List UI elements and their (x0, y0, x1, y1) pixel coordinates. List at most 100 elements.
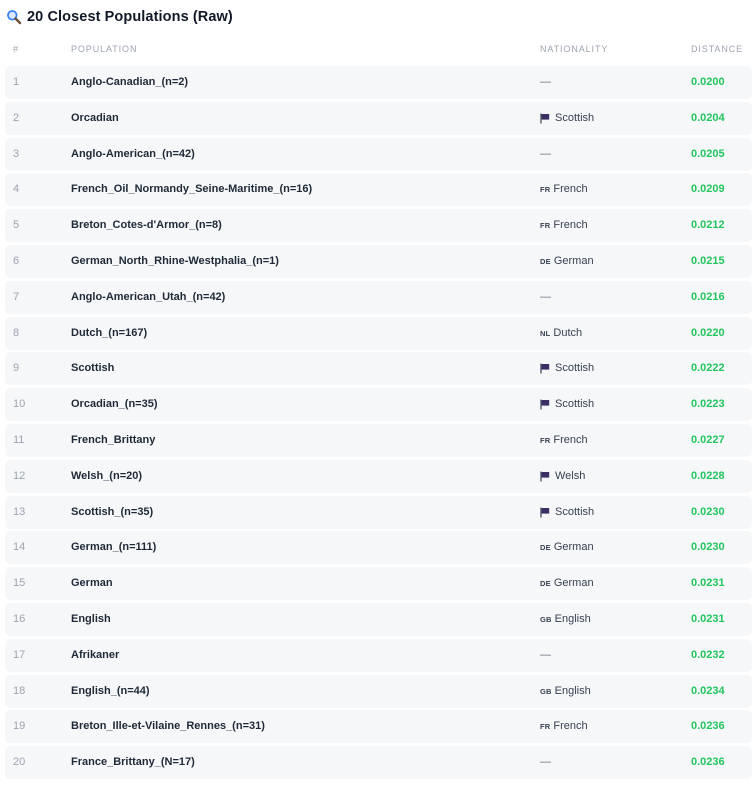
row-rank: 10 (13, 398, 26, 411)
nationality-cell: FR French (540, 173, 588, 206)
nationality-cell: — (540, 281, 551, 314)
distance-value: 0.0205 (691, 147, 725, 160)
page-title-text: 20 Closest Populations (Raw) (27, 9, 233, 25)
nationality-label: Scottish (555, 362, 595, 375)
nationality-cell: NL Dutch (540, 317, 582, 350)
country-code: DE (540, 579, 551, 589)
table-row: 7 Anglo-American_Utah_(n=42) — 0.0216 (5, 280, 752, 314)
distance-value: 0.0212 (691, 219, 725, 232)
table-row: 18 English_(n=44) GB English 0.0234 (5, 674, 752, 708)
nationality-label: Dutch (553, 326, 583, 339)
nationality-cell: Scottish (540, 102, 594, 135)
country-code: FR (540, 722, 551, 732)
population-name: Scottish_(n=35) (71, 505, 154, 518)
nationality-label: — (540, 290, 551, 303)
nationality-cell: — (540, 138, 551, 171)
nationality-label: Scottish (555, 505, 595, 518)
nationality-cell: DE German (540, 531, 594, 564)
nationality-cell: Scottish (540, 352, 594, 385)
table-row: 5 Breton_Cotes-d'Armor_(n=8) FR French 0.021… (5, 209, 752, 243)
row-rank: 1 (13, 76, 20, 88)
row-rank: 5 (13, 219, 20, 232)
row-rank: 4 (13, 183, 20, 196)
row-rank: 19 (13, 720, 26, 733)
column-header-num: # (13, 44, 19, 54)
nationality-label: Welsh (555, 469, 586, 482)
population-name: Welsh_(n=20) (71, 469, 143, 482)
country-code: GB (540, 614, 552, 624)
page-title: 20 Closest Populations (Raw) (6, 7, 233, 27)
population-name: Breton_Ille-et-Vilaine_Rennes_(n=31) (71, 720, 265, 733)
nationality-cell: DE German (540, 567, 594, 600)
population-name: Orcadian_(n=35) (71, 398, 158, 411)
table-header: # POPULATION NATIONALITY DISTANCE (5, 42, 752, 58)
table-row: 8 Dutch_(n=167) NL Dutch 0.0220 (5, 316, 752, 350)
country-code: DE (540, 256, 551, 266)
nationality-cell: DE German (540, 245, 594, 278)
population-name: France_Brittany_(N=17) (71, 756, 195, 769)
population-name: French_Oil_Normandy_Seine-Maritime_(n=16… (71, 183, 313, 196)
nationality-cell: GB English (540, 603, 591, 636)
population-name: Anglo-Canadian_(n=2) (71, 76, 189, 88)
nationality-label: — (540, 147, 551, 160)
distance-value: 0.0215 (691, 254, 725, 267)
flag-icon (540, 507, 550, 518)
table-row: 9 Scottish Scottish 0.0222 (5, 352, 752, 386)
distance-value: 0.0228 (691, 469, 725, 482)
country-code: FR (540, 185, 551, 195)
nationality-cell: — (540, 639, 551, 672)
nationality-label: Scottish (555, 111, 595, 124)
nationality-label: — (540, 76, 551, 88)
population-name: Scottish (71, 362, 115, 375)
flag-icon (540, 363, 550, 374)
row-rank: 8 (13, 326, 20, 339)
flag-icon (540, 471, 550, 482)
row-rank: 20 (13, 756, 26, 769)
nationality-label: German (553, 577, 594, 590)
population-name: French_Brittany (71, 433, 156, 446)
distance-value: 0.0236 (691, 720, 725, 733)
column-header-nationality: NATIONALITY (540, 44, 609, 54)
country-code: FR (540, 221, 551, 231)
magnifier-icon (6, 9, 22, 25)
table-row: 6 German_North_Rhine-Westphalia_(n=1) DE Ge… (5, 244, 752, 278)
table-row: 10 Orcadian_(n=35) Scottish 0.0223 (5, 388, 752, 422)
nationality-cell: GB English (540, 675, 591, 708)
nationality-cell: — (540, 746, 551, 779)
population-name: Dutch_(n=167) (71, 326, 148, 339)
table-row: 15 German DE German 0.0231 (5, 567, 752, 601)
nationality-label: German (553, 541, 594, 554)
country-code: NL (540, 328, 551, 338)
distance-value: 0.0230 (691, 541, 725, 554)
table-row: 17 Afrikaner — 0.0232 (5, 638, 752, 672)
country-code: GB (540, 686, 552, 696)
row-rank: 17 (13, 648, 26, 661)
nationality-label: French (553, 720, 588, 733)
population-name: Breton_Cotes-d'Armor_(n=8) (71, 219, 222, 232)
nationality-label: — (540, 648, 551, 661)
population-name: German_(n=111) (71, 541, 157, 554)
nationality-label: French (553, 433, 588, 446)
distance-value: 0.0200 (691, 76, 725, 88)
nationality-label: English (554, 684, 591, 697)
table-row: 12 Welsh_(n=20) Welsh 0.0228 (5, 459, 752, 493)
distance-value: 0.0231 (691, 577, 725, 590)
distance-value: 0.0209 (691, 183, 725, 196)
table-row: 1 Anglo-Canadian_(n=2) — 0.0200 (5, 66, 752, 99)
population-name: Orcadian (71, 111, 119, 124)
nationality-label: German (553, 254, 594, 267)
row-rank: 9 (13, 362, 20, 375)
distance-value: 0.0236 (691, 756, 725, 769)
table-row: 19 Breton_Ille-et-Vilaine_Rennes_(n=31) FR… (5, 710, 752, 744)
row-rank: 13 (13, 505, 26, 518)
distance-value: 0.0227 (691, 433, 725, 446)
nationality-label: English (554, 612, 591, 625)
population-name: English (71, 612, 111, 625)
column-header-distance: DISTANCE (691, 44, 744, 54)
flag-icon (540, 399, 550, 410)
nationality-cell: FR French (540, 424, 588, 457)
population-name: German_North_Rhine-Westphalia_(n=1) (71, 254, 279, 267)
nationality-cell: — (540, 66, 551, 99)
row-rank: 12 (13, 469, 26, 482)
distance-value: 0.0204 (691, 111, 725, 124)
